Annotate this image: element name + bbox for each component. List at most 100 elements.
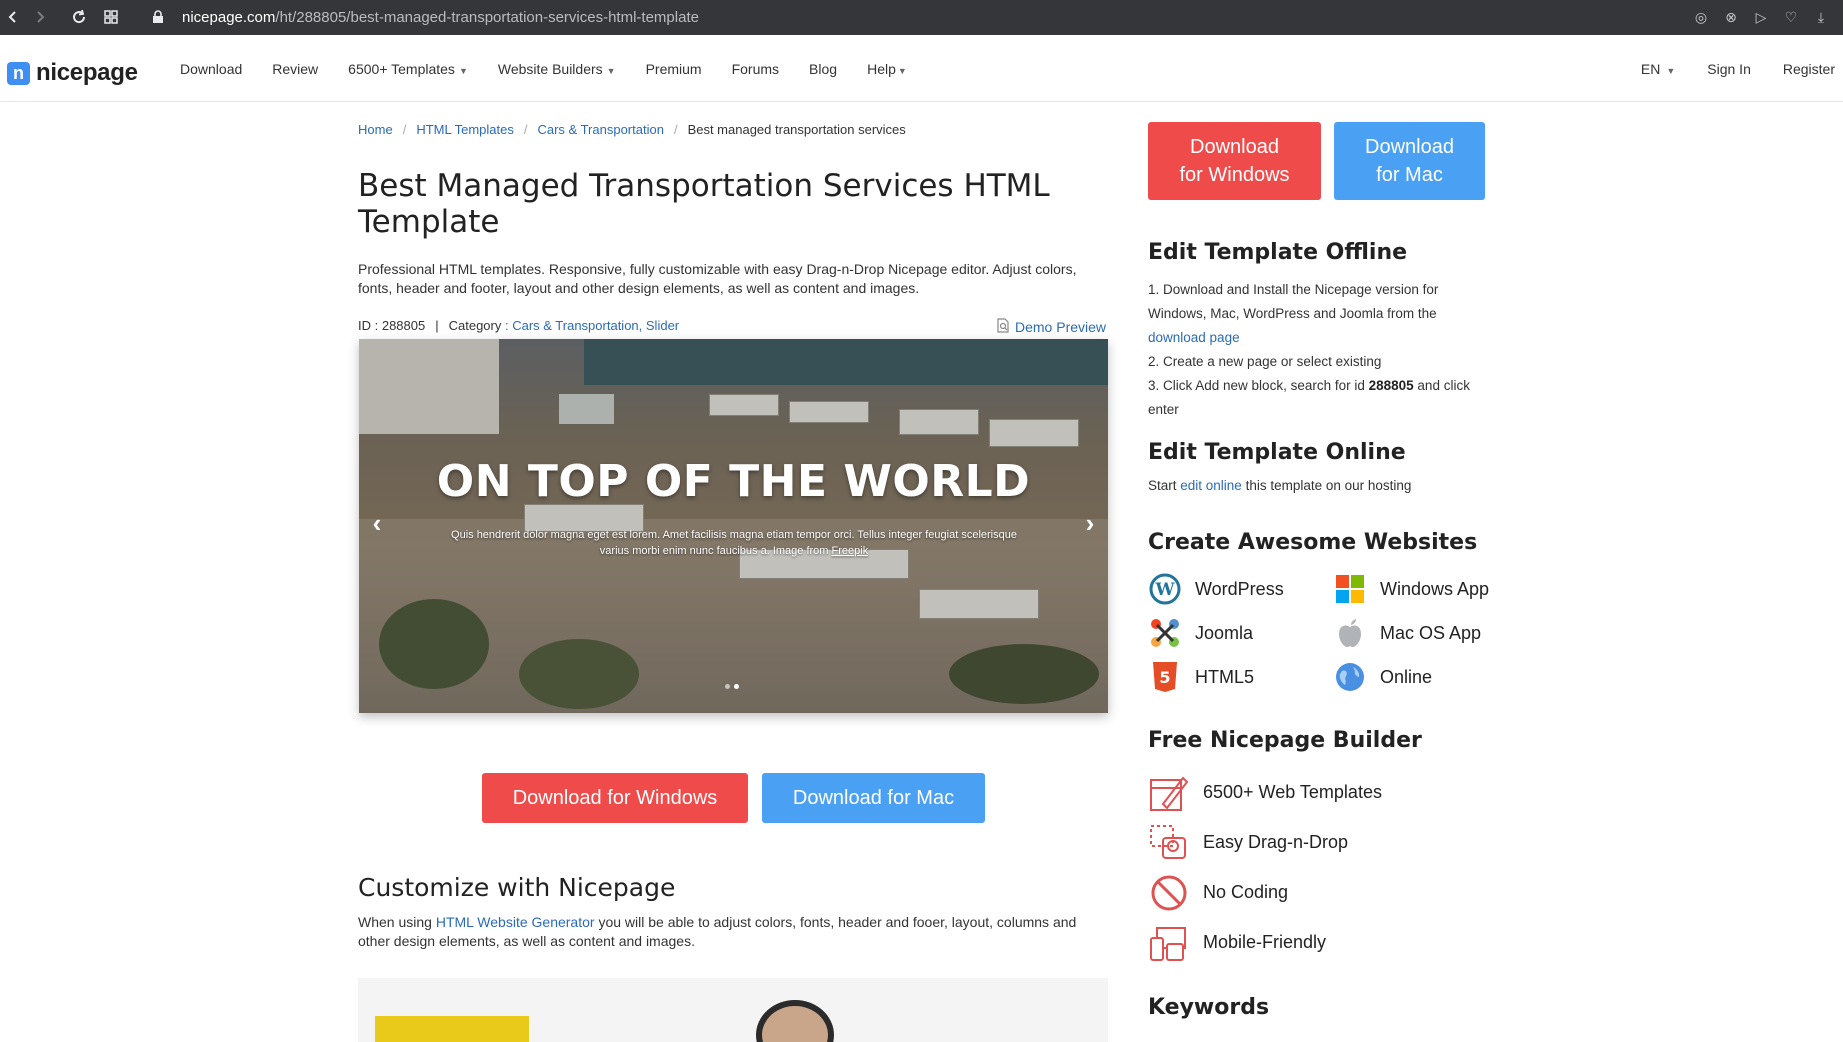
breadcrumb-html-templates[interactable]: HTML Templates [416, 122, 514, 137]
customize-heading: Customize with Nicepage [358, 873, 676, 902]
sidebar-download-mac-button[interactable]: Download for Mac [1334, 122, 1485, 200]
svg-text:W: W [1154, 580, 1175, 600]
feature-no-coding: No Coding [1148, 873, 1382, 912]
platform-online[interactable]: Online [1333, 661, 1508, 693]
url-path: /ht/288805/best-managed-transportation-s… [275, 9, 699, 26]
platform-list: W WordPress Windows App Joomla Mac OS Ap… [1148, 573, 1508, 693]
demo-preview-link[interactable]: Demo Preview [997, 318, 1106, 336]
chevron-down-icon: ▼ [606, 65, 616, 76]
slider-next-arrow[interactable]: › [1079, 507, 1101, 539]
globe-icon [1333, 661, 1367, 693]
feature-web-templates: 6500+ Web Templates [1148, 773, 1382, 812]
template-id-bold: 288805 [1368, 378, 1414, 393]
step-1: 1. Download and Install the Nicepage ver… [1148, 282, 1439, 345]
breadcrumb-separator: / [402, 122, 407, 137]
breadcrumb-current: Best managed transportation services [687, 122, 906, 137]
page-title: Best Managed Transportation Services HTM… [358, 168, 1050, 240]
slider-dot-active[interactable] [734, 684, 739, 689]
category-separator: : [501, 318, 513, 333]
offline-steps: 1. Download and Install the Nicepage ver… [1148, 278, 1493, 422]
chevron-down-icon: ▼ [897, 65, 907, 76]
breadcrumb-home[interactable]: Home [358, 122, 393, 137]
language-select[interactable]: EN ▼ [1641, 61, 1675, 77]
windows-icon [1333, 573, 1367, 605]
register-link[interactable]: Register [1783, 61, 1835, 77]
slider-prev-arrow[interactable]: ‹ [366, 507, 388, 539]
slider-dots [725, 684, 739, 689]
download-mac-button[interactable]: Download for Mac [762, 773, 985, 823]
customize-preview-image [358, 978, 1108, 1042]
shield-icon[interactable]: ⊗ [1721, 8, 1741, 28]
menu-item-help[interactable]: Help ▼ [867, 61, 907, 77]
keywords-heading: Keywords [1148, 995, 1270, 1020]
download-windows-button[interactable]: Download for Windows [482, 773, 748, 823]
apple-icon [1333, 617, 1367, 649]
menu-item-blog[interactable]: Blog [809, 61, 837, 77]
sign-in-link[interactable]: Sign In [1707, 61, 1751, 77]
category-link-cars[interactable]: Cars & Transportation [512, 318, 638, 333]
edit-online-text: Start edit online this template on our h… [1148, 478, 1412, 493]
customize-text: When using HTML Website Generator you wi… [358, 914, 1077, 949]
freepik-link[interactable]: Freepik [832, 545, 869, 557]
feature-mobile-friendly: Mobile-Friendly [1148, 923, 1382, 962]
templates-icon [1148, 773, 1190, 812]
edit-online-heading: Edit Template Online [1148, 440, 1406, 465]
menu-item-premium[interactable]: Premium [646, 61, 702, 77]
category-comma: , [638, 318, 646, 333]
platform-windows-app[interactable]: Windows App [1333, 573, 1508, 605]
menu-item-website-builders[interactable]: Website Builders ▼ [498, 61, 616, 77]
platform-wordpress[interactable]: W WordPress [1148, 573, 1333, 605]
address-bar[interactable]: nicepage.com/ht/288805/best-managed-tran… [182, 0, 699, 35]
main-menu: Download Review 6500+ Templates ▼ Website… [180, 35, 907, 102]
template-preview-slider[interactable]: ON TOP OF THE WORLD Quis hendrerit dolor… [359, 339, 1108, 713]
preview-person [756, 1000, 834, 1042]
platform-html5[interactable]: 5 HTML5 [1148, 661, 1333, 693]
meta-divider: | [435, 318, 439, 333]
drag-drop-icon [1148, 823, 1190, 862]
chevron-down-icon: ▼ [458, 65, 468, 76]
template-meta: ID : 288805 | Category : Cars & Transporta… [358, 318, 679, 333]
send-icon[interactable]: ▷ [1751, 8, 1771, 28]
step-2: 2. Create a new page or select existing [1148, 354, 1382, 369]
slider-subtext: Quis hendrerit dolor magna eget est lore… [451, 529, 1017, 557]
download-page-link[interactable]: download page [1148, 330, 1240, 345]
download-icon[interactable]: ⤓ [1811, 8, 1831, 28]
browser-toolbar: nicepage.com/ht/288805/best-managed-tran… [0, 0, 1843, 35]
html5-icon: 5 [1148, 661, 1182, 693]
free-builder-heading: Free Nicepage Builder [1148, 728, 1422, 753]
menu-item-forums[interactable]: Forums [732, 61, 779, 77]
logo[interactable]: n nicepage [7, 59, 138, 87]
menu-item-templates[interactable]: 6500+ Templates ▼ [348, 61, 468, 77]
demo-preview-label: Demo Preview [1015, 319, 1107, 335]
html-website-generator-link[interactable]: HTML Website Generator [436, 914, 595, 930]
category-label: Category [448, 318, 502, 333]
category-link-slider[interactable]: Slider [646, 318, 679, 333]
slider-dot[interactable] [725, 684, 730, 689]
slider-overlay [359, 339, 1108, 713]
breadcrumb-cars-transportation[interactable]: Cars & Transportation [537, 122, 663, 137]
mobile-friendly-icon [1148, 923, 1190, 962]
site-header: n nicepage Download Review 6500+ Templat… [0, 35, 1843, 102]
forward-icon[interactable] [27, 4, 53, 30]
platform-mac-os-app[interactable]: Mac OS App [1333, 617, 1508, 649]
sidebar-download-windows-button[interactable]: Download for Windows [1148, 122, 1321, 200]
menu-item-download[interactable]: Download [180, 61, 242, 77]
edit-online-link[interactable]: edit online [1180, 478, 1242, 493]
reload-icon[interactable] [66, 4, 92, 30]
template-id: ID : 288805 [358, 318, 426, 333]
tabs-grid-icon[interactable] [98, 4, 124, 30]
slider-headline: ON TOP OF THE WORLD [436, 456, 1031, 507]
wordpress-icon: W [1148, 573, 1182, 605]
feature-list: 6500+ Web Templates Easy Drag-n-Drop No … [1148, 773, 1382, 962]
chevron-down-icon: ▼ [1666, 65, 1676, 76]
platform-joomla[interactable]: Joomla [1148, 617, 1333, 649]
menu-item-review[interactable]: Review [272, 61, 318, 77]
step-3: 3. Click Add new block, search for id 28… [1148, 378, 1474, 417]
camera-icon[interactable]: ◎ [1691, 8, 1711, 28]
breadcrumb-separator: / [523, 122, 528, 137]
joomla-icon [1148, 617, 1182, 649]
back-icon[interactable] [0, 4, 26, 30]
heart-icon[interactable]: ♡ [1781, 8, 1801, 28]
edit-offline-heading: Edit Template Offline [1148, 240, 1408, 265]
feature-drag-drop: Easy Drag-n-Drop [1148, 823, 1382, 862]
